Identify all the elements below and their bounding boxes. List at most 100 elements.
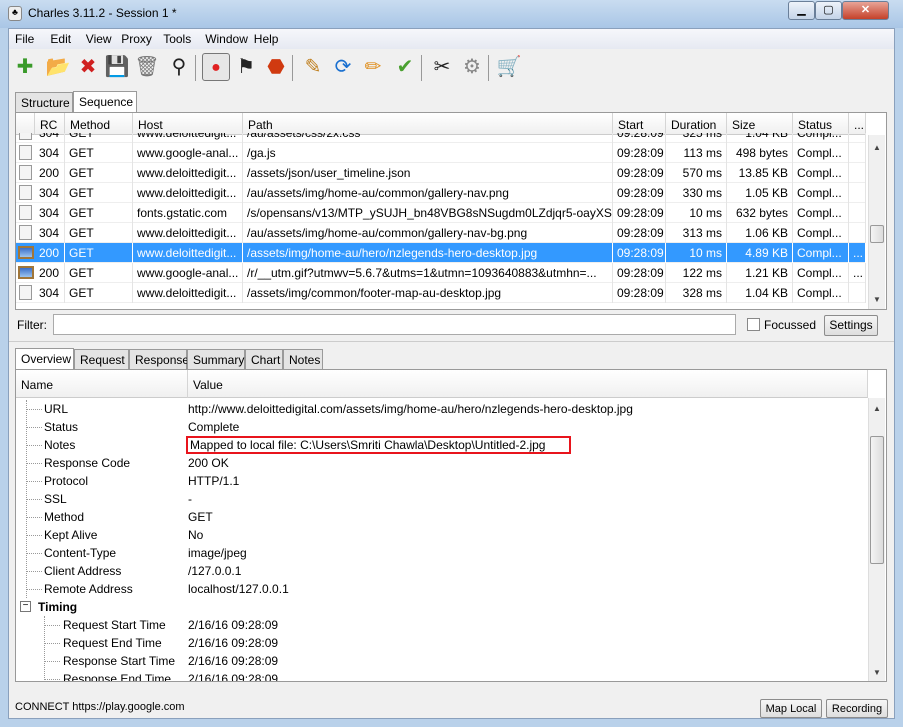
column-status[interactable]: Status [793, 113, 849, 135]
table-row[interactable]: 304 GET www.deloittedigit.../au/assets/css… [16, 133, 866, 143]
filter-input[interactable] [53, 314, 736, 335]
property-value: 200 OK [188, 456, 229, 470]
compose-icon[interactable]: ✎ [299, 53, 327, 81]
menu-tools[interactable]: Tools [163, 32, 191, 46]
clear-trash-icon[interactable]: 🗑 [133, 53, 161, 81]
menu-file[interactable]: File [15, 32, 34, 46]
column-host[interactable]: Host [133, 113, 243, 135]
cell-start: 09:28:09 [613, 133, 666, 143]
column-size[interactable]: Size [727, 113, 793, 135]
column-path[interactable]: Path [243, 113, 613, 135]
tab-chart[interactable]: Chart [245, 349, 283, 369]
column-icon[interactable] [16, 113, 35, 135]
overview-row[interactable]: Method GET [16, 508, 868, 526]
scroll-thumb[interactable] [870, 225, 884, 243]
overview-row[interactable]: Kept Alive No [16, 526, 868, 544]
cell-host: www.deloittedigit... [133, 183, 243, 203]
overview-row[interactable]: Protocol HTTP/1.1 [16, 472, 868, 490]
overview-row[interactable]: Content-Type image/jpeg [16, 544, 868, 562]
breakpoints-stop-icon[interactable]: ⬣ [262, 53, 290, 81]
record-icon[interactable]: ● [202, 53, 230, 81]
table-row[interactable]: 304 GET www.deloittedigit.../assets/img/co… [16, 283, 866, 303]
close-session-icon[interactable]: ✖ [74, 53, 102, 81]
table-row[interactable]: 200 GET www.google-anal.../r/__utm.gif?utm… [16, 263, 866, 283]
table-row[interactable]: 304 GET www.deloittedigit.../au/assets/img… [16, 223, 866, 243]
scroll-up-icon[interactable]: ▲ [873, 143, 881, 152]
menu-window[interactable]: Window [205, 32, 248, 46]
cell-duration: 330 ms [666, 183, 727, 203]
property-value: Complete [188, 420, 240, 434]
column-rc[interactable]: RC [35, 113, 65, 135]
column-name[interactable]: Name [16, 370, 188, 398]
focussed-checkbox[interactable] [747, 318, 760, 331]
overview-row[interactable]: Response Start Time 2/16/16 09:28:09 [16, 652, 868, 670]
table-row[interactable]: 200 GET www.deloittedigit.../assets/img/ho… [16, 243, 866, 263]
tab-summary[interactable]: Summary [187, 349, 245, 369]
find-binoculars-icon[interactable]: ⚲ [165, 53, 193, 81]
table-row[interactable]: 304 GET www.google-anal.../ga.js 09:28:09 11… [16, 143, 866, 163]
tree-line [44, 625, 60, 626]
table-row[interactable]: 200 GET www.deloittedigit.../assets/json/u… [16, 163, 866, 183]
collapse-icon[interactable]: − [20, 601, 31, 612]
close-button[interactable]: ✕ [842, 1, 889, 20]
column-duration[interactable]: Duration [666, 113, 727, 135]
overview-row[interactable]: Notes Mapped to local file: C:\Users\Smri… [16, 436, 868, 454]
cell-rc: 200 [35, 263, 65, 283]
table-scrollbar[interactable]: ▲ ▼ [868, 135, 885, 309]
scroll-thumb[interactable] [870, 436, 884, 564]
tab-sequence[interactable]: Sequence [73, 91, 137, 112]
menu-help[interactable]: Help [254, 32, 279, 46]
tools-icon[interactable]: ✂ [428, 53, 456, 81]
column-method[interactable]: Method [65, 113, 133, 135]
buy-cart-icon[interactable]: 🛒 [495, 53, 523, 81]
cell-duration: 313 ms [666, 223, 727, 243]
column-value[interactable]: Value [188, 370, 868, 398]
overview-row[interactable]: URL http://www.deloittedigital.com/assets… [16, 400, 868, 418]
table-row[interactable]: 304 GET www.deloittedigit.../au/assets/img… [16, 183, 866, 203]
overview-row[interactable]: Request Start Time 2/16/16 09:28:09 [16, 616, 868, 634]
save-icon[interactable]: 💾 [103, 53, 131, 81]
recording-button[interactable]: Recording [826, 699, 888, 718]
scroll-up-icon[interactable]: ▲ [873, 404, 881, 413]
tab-overview[interactable]: Overview [15, 348, 74, 369]
overview-scrollbar[interactable]: ▲ ▼ [868, 398, 885, 681]
tab-structure[interactable]: Structure [15, 92, 73, 112]
column-start[interactable]: Start [613, 113, 666, 135]
menu-view[interactable]: View [86, 32, 112, 46]
repeat-icon[interactable]: ⟳ [329, 53, 357, 81]
new-session-icon[interactable]: ✚ [11, 53, 39, 81]
minimize-button[interactable]: ▁ [788, 1, 815, 20]
tab-request[interactable]: Request [74, 349, 129, 369]
menu-proxy[interactable]: Proxy [121, 32, 152, 46]
map-local-button[interactable]: Map Local [760, 699, 822, 718]
overview-row[interactable]: SSL - [16, 490, 868, 508]
table-row[interactable]: 304 GET fonts.gstatic.com/s/opensans/v13/M… [16, 203, 866, 223]
overview-row[interactable]: Response End Time 2/16/16 09:28:09 [16, 670, 868, 681]
menu-edit[interactable]: Edit [50, 32, 71, 46]
overview-row[interactable]: − Timing [16, 598, 868, 616]
validate-check-icon[interactable]: ✔ [391, 53, 419, 81]
tab-notes[interactable]: Notes [283, 349, 323, 369]
tab-response[interactable]: Response [129, 349, 189, 369]
edit-pencil-icon[interactable]: ✏ [359, 53, 387, 81]
scroll-down-icon[interactable]: ▼ [873, 295, 881, 304]
overview-row[interactable]: Request End Time 2/16/16 09:28:09 [16, 634, 868, 652]
cell-duration: 10 ms [666, 203, 727, 223]
cell-path: /r/__utm.gif?utmwv=5.6.7&utms=1&utmn=109… [243, 263, 613, 283]
column-more[interactable]: ... [849, 113, 866, 135]
settings-button[interactable]: Settings [824, 315, 878, 336]
cell-rc: 304 [35, 183, 65, 203]
title-bar[interactable]: ♣ Charles 3.11.2 - Session 1 * ▁ ▢ ✕ [0, 0, 903, 28]
throttle-flag-icon[interactable]: ⚑ [232, 53, 260, 81]
cell-path: /assets/img/home-au/hero/nzlegends-hero-… [243, 243, 613, 263]
open-session-icon[interactable]: 📂 [44, 53, 72, 81]
scroll-down-icon[interactable]: ▼ [873, 668, 881, 677]
settings-gear-icon[interactable]: ⚙ [458, 53, 486, 81]
maximize-button[interactable]: ▢ [815, 1, 842, 20]
property-name: Response Code [44, 456, 131, 470]
overview-row[interactable]: Status Complete [16, 418, 868, 436]
overview-row[interactable]: Response Code 200 OK [16, 454, 868, 472]
split-divider[interactable] [9, 341, 894, 344]
overview-row[interactable]: Remote Address localhost/127.0.0.1 [16, 580, 868, 598]
overview-row[interactable]: Client Address/127.0.0.1 [16, 562, 868, 580]
